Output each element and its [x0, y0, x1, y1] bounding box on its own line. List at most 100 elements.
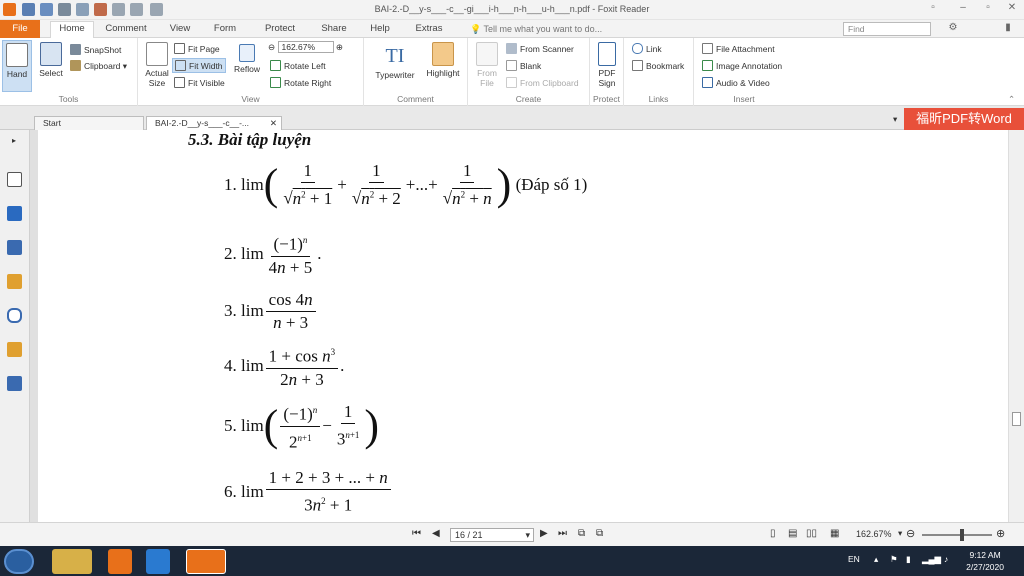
rotate-left-button[interactable]: Rotate Left [270, 60, 326, 71]
page-number-input[interactable]: 16 / 21 ▾ [450, 528, 534, 542]
tell-me-box[interactable]: 💡 Tell me what you want to do... [470, 24, 602, 35]
media-player-icon[interactable] [108, 549, 132, 574]
reflow-button[interactable]: Reflow [232, 44, 262, 74]
rotate-right-button[interactable]: Rotate Right [270, 77, 331, 88]
zoom-select[interactable]: 162.67% [277, 41, 334, 53]
tab-share[interactable]: Share [312, 22, 356, 38]
typewriter-label: Typewriter [375, 70, 415, 80]
pdf-to-word-banner[interactable]: 福昕PDF转Word [904, 108, 1024, 130]
pages-panel-icon[interactable] [7, 206, 22, 221]
from-scanner-label: From Scanner [520, 44, 574, 54]
tab-comment[interactable]: Comment [100, 22, 152, 38]
language-indicator[interactable]: EN [848, 554, 860, 564]
audio-video-button[interactable]: Audio & Video [702, 77, 770, 88]
internet-explorer-icon[interactable] [146, 549, 170, 574]
zoom-out-status-icon[interactable]: ⊖ [906, 527, 915, 540]
facing-page-icon[interactable]: ▯▯ [806, 528, 817, 539]
volume-icon[interactable]: ♪ [944, 554, 948, 564]
group-protect: PDF Sign Protect [590, 38, 624, 106]
foxit-reader-task-icon[interactable] [186, 549, 226, 574]
network-icon[interactable]: ▂▄▆ [922, 554, 941, 565]
image-annotation-button[interactable]: Image Annotation [702, 60, 782, 71]
scroll-thumb[interactable] [1012, 412, 1021, 426]
continuous-facing-icon[interactable]: ▦ [830, 528, 839, 539]
page-dropdown-icon[interactable]: ▾ [525, 529, 530, 541]
comments-panel-icon[interactable] [7, 274, 22, 289]
vertical-scrollbar[interactable] [1008, 130, 1024, 522]
from-scanner-button[interactable]: From Scanner [506, 43, 574, 54]
show-hidden-icons-icon[interactable]: ▴ [874, 554, 878, 565]
exercise-2: 2. lim (−1)n 4n + 5. [224, 228, 322, 280]
tab-file[interactable]: File [0, 20, 40, 38]
select-button[interactable]: Select [36, 42, 66, 78]
bookmarks-panel-icon[interactable] [7, 172, 22, 187]
fit-width-button[interactable]: Fit Width [172, 58, 226, 73]
previous-view-icon[interactable]: ⧉ [578, 528, 585, 539]
file-explorer-icon[interactable] [52, 549, 92, 574]
link-button[interactable]: Link [632, 43, 662, 54]
battery-icon[interactable]: ▮ [906, 554, 911, 565]
from-file-button[interactable]: From File [472, 42, 502, 88]
from-clipboard-button[interactable]: From Clipboard [506, 77, 579, 88]
first-page-icon[interactable]: ⏮ [412, 528, 421, 539]
fit-page-button[interactable]: Fit Page [174, 43, 220, 54]
expand-pane-icon[interactable]: ▸ [12, 136, 16, 145]
find-input[interactable]: Find [843, 22, 931, 36]
tab-help[interactable]: Help [362, 22, 398, 38]
blank-button[interactable]: Blank [506, 60, 541, 71]
attachments-panel-icon[interactable] [7, 308, 22, 323]
exercise-3: 3. lim cos 4n n + 3 [224, 285, 318, 337]
tab-start[interactable]: Start [34, 116, 144, 130]
continuous-page-icon[interactable]: ▤ [788, 528, 797, 539]
zoom-slider-handle[interactable] [960, 529, 964, 541]
file-attachment-button[interactable]: File Attachment [702, 43, 775, 54]
single-page-icon[interactable]: ▯ [770, 528, 776, 539]
account-icon[interactable]: ▮ [1000, 22, 1016, 36]
system-clock[interactable]: 9:12 AM 2/27/2020 [966, 549, 1004, 573]
security-panel-icon[interactable] [7, 342, 22, 357]
tab-view[interactable]: View [160, 22, 200, 38]
settings-icon[interactable]: ⚙ [945, 22, 961, 36]
restore-ribbon-icon[interactable]: ▫ [925, 2, 941, 16]
flag-icon[interactable]: ⚑ [890, 554, 898, 565]
zoom-out-icon[interactable]: ⊖ [268, 42, 275, 52]
fit-visible-button[interactable]: Fit Visible [174, 77, 225, 88]
typewriter-button[interactable]: TI Typewriter [370, 44, 420, 80]
pdf-sign-button[interactable]: PDF Sign [592, 42, 622, 88]
previous-page-icon[interactable]: ◀ [432, 528, 440, 539]
hand-button[interactable]: Hand [2, 40, 32, 92]
rotate-right-label: Rotate Right [284, 78, 332, 88]
fit-width-label: Fit Width [189, 61, 223, 71]
highlight-button[interactable]: Highlight [422, 42, 464, 78]
bookmark-button[interactable]: Bookmark [632, 60, 684, 71]
collapse-ribbon-icon[interactable]: ⌃ [1008, 94, 1015, 105]
reflow-label: Reflow [234, 64, 260, 74]
clipboard-button[interactable]: Clipboard ▾ [70, 60, 127, 72]
tab-home[interactable]: Home [50, 21, 94, 38]
tab-protect[interactable]: Protect [255, 22, 305, 38]
signatures-panel-icon[interactable] [7, 376, 22, 391]
actual-size-button[interactable]: Actual Size [142, 42, 172, 88]
maximize-button[interactable]: ▫ [980, 2, 996, 16]
last-page-icon[interactable]: ⏭ [558, 528, 567, 539]
tab-list-dropdown-icon[interactable]: ▾ [893, 114, 897, 125]
pane-splitter[interactable] [30, 130, 38, 522]
layers-panel-icon[interactable] [7, 240, 22, 255]
start-button[interactable] [4, 549, 34, 574]
select-label: Select [39, 68, 63, 78]
next-view-icon[interactable]: ⧉ [596, 528, 603, 539]
close-tab-icon[interactable]: ✕ [270, 117, 277, 130]
zoom-slider[interactable] [922, 529, 992, 541]
insert-group-label: Insert [733, 94, 755, 104]
next-page-icon[interactable]: ▶ [540, 528, 548, 539]
close-button[interactable]: ✕ [1004, 2, 1020, 16]
tab-extras[interactable]: Extras [408, 22, 450, 38]
snapshot-button[interactable]: SnapShot [70, 44, 121, 55]
zoom-dropdown-icon[interactable]: ▾ [898, 528, 902, 539]
minimize-button[interactable]: – [955, 2, 971, 16]
tab-document[interactable]: BAI-2.-D__y-s___-c__-... ✕ [146, 116, 282, 130]
zoom-in-status-icon[interactable]: ⊕ [996, 527, 1005, 540]
zoom-level[interactable]: 162.67% [856, 529, 892, 539]
tab-form[interactable]: Form [205, 22, 245, 38]
zoom-in-icon[interactable]: ⊕ [336, 42, 343, 52]
